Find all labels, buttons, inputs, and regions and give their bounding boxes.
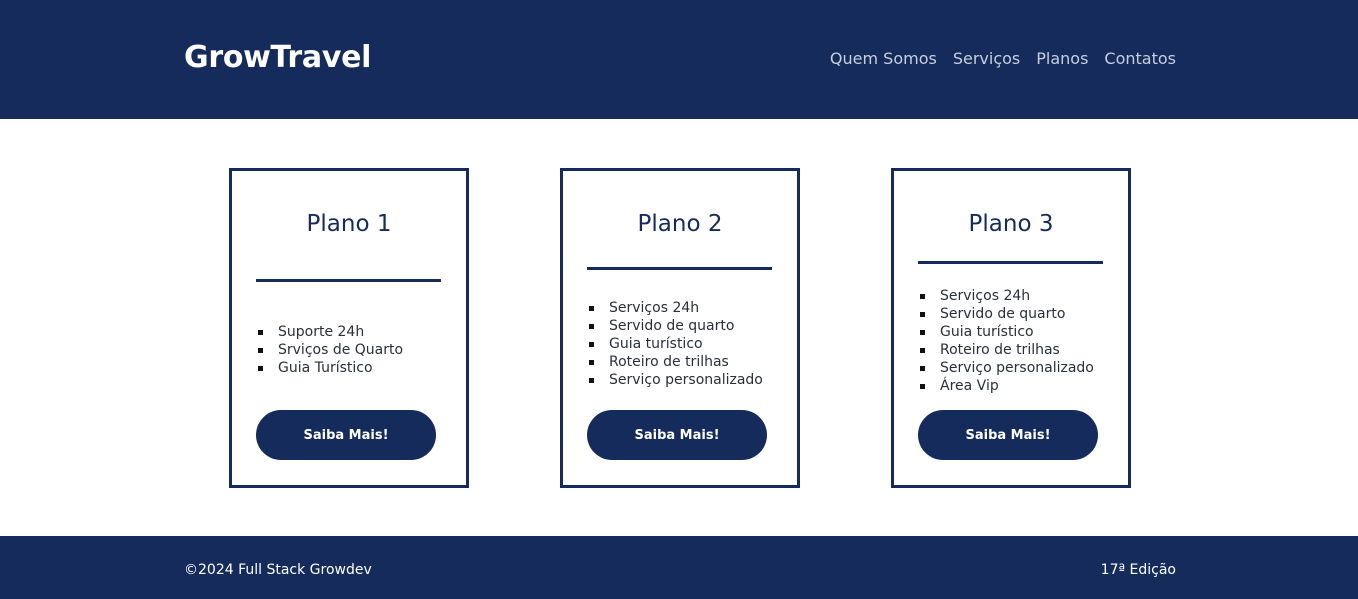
footer-copyright: ©2024 Full Stack Growdev [184, 562, 372, 578]
plan-feature-list: Serviços 24h Servido de quarto Guia turí… [918, 287, 1094, 395]
plan-feature: Serviço personalizado [587, 371, 763, 389]
saiba-mais-button[interactable]: Saiba Mais! [587, 410, 767, 460]
plan-feature: Guia Turístico [256, 359, 403, 377]
plan-feature: Serviço personalizado [918, 359, 1094, 377]
plan-feature: Suporte 24h [256, 323, 403, 341]
plan-feature: Servido de quarto [918, 305, 1094, 323]
plan-feature: Servido de quarto [587, 317, 763, 335]
plan-feature: Serviços 24h [918, 287, 1094, 305]
plan-feature: Roteiro de trilhas [918, 341, 1094, 359]
nav-link-planos[interactable]: Planos [1036, 49, 1088, 68]
plan-title: Plano 2 [637, 211, 723, 237]
plan-card-2: Plano 2 Serviços 24h Servido de quarto G… [560, 168, 800, 488]
plan-feature: Guia turístico [587, 335, 763, 353]
main-nav: Quem Somos Serviços Planos Contatos [830, 49, 1176, 68]
site-header: GrowTravel Quem Somos Serviços Planos Co… [0, 0, 1358, 119]
plan-feature: Guia turístico [918, 323, 1094, 341]
plan-feature: Srviços de Quarto [256, 341, 403, 359]
plan-card-1: Plano 1 Suporte 24h Srviços de Quarto Gu… [229, 168, 469, 488]
plan-card-3: Plano 3 Serviços 24h Servido de quarto G… [891, 168, 1131, 488]
plan-feature: Serviços 24h [587, 299, 763, 317]
saiba-mais-button[interactable]: Saiba Mais! [256, 410, 436, 460]
plan-divider [918, 261, 1103, 264]
footer-edition: 17ª Edição [1100, 562, 1176, 578]
plan-feature-list: Suporte 24h Srviços de Quarto Guia Turís… [256, 323, 403, 377]
site-logo[interactable]: GrowTravel [184, 40, 371, 75]
plan-title: Plano 1 [306, 211, 392, 237]
plan-divider [587, 267, 772, 270]
plans-section: Plano 1 Suporte 24h Srviços de Quarto Gu… [0, 119, 1358, 536]
plan-feature-list: Serviços 24h Servido de quarto Guia turí… [587, 299, 763, 389]
saiba-mais-button[interactable]: Saiba Mais! [918, 410, 1098, 460]
plan-divider [256, 279, 441, 282]
nav-link-quem-somos[interactable]: Quem Somos [830, 49, 937, 68]
plan-feature: Roteiro de trilhas [587, 353, 763, 371]
nav-link-contatos[interactable]: Contatos [1104, 49, 1176, 68]
site-footer: ©2024 Full Stack Growdev 17ª Edição [0, 536, 1358, 599]
nav-link-servicos[interactable]: Serviços [953, 49, 1020, 68]
plan-title: Plano 3 [968, 211, 1054, 237]
plan-feature: Área Vip [918, 377, 1094, 395]
